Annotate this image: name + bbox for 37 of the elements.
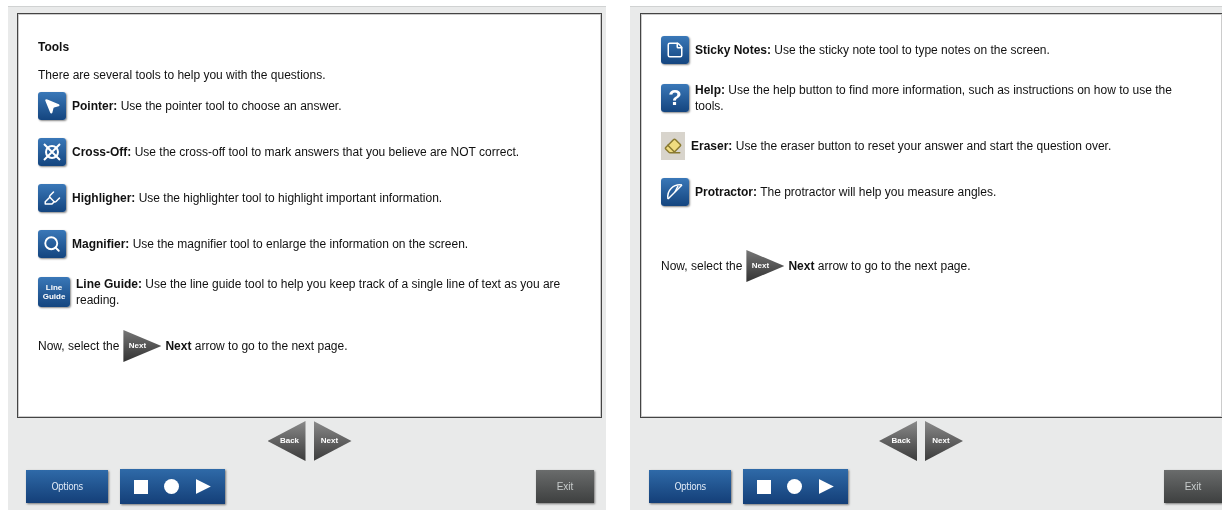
tool-description: Help: Use the help button to find more information, such as instructions on how to use the tools. <box>695 82 1173 114</box>
record-icon[interactable] <box>164 479 180 494</box>
tool-description: Highligher: Use the highlighter tool to highlight important information. <box>72 190 443 206</box>
next-button[interactable]: Next <box>313 421 352 461</box>
highlighter-icon <box>38 184 66 212</box>
tool-description: Protractor: The protractor will help you measure angles. <box>695 184 997 200</box>
instruction-text: Next arrow to go to the next page. <box>788 258 971 275</box>
line-guide-icon: Line Guide <box>38 277 70 307</box>
help-icon: ? <box>661 84 689 112</box>
play-icon[interactable] <box>195 479 211 494</box>
tool-description: Eraser: Use the eraser button to reset your answer and start the question over. <box>691 138 1112 154</box>
stop-icon[interactable] <box>134 479 149 494</box>
cross-off-icon <box>38 138 66 166</box>
stop-icon[interactable] <box>757 479 772 494</box>
record-icon[interactable] <box>787 479 803 494</box>
eraser-icon <box>661 132 685 160</box>
tool-description: Magnifier: Use the magnifier tool to enlarge the information on the screen. <box>72 236 469 252</box>
intro-text: There are several tools to help you with the questions. <box>38 67 327 84</box>
play-icon[interactable] <box>818 479 834 494</box>
instruction-text: Now, select the <box>661 258 743 275</box>
sticky-note-icon <box>661 36 689 64</box>
options-button[interactable]: Options <box>26 470 108 503</box>
section-title: Tools <box>38 39 71 56</box>
tool-description: Line Guide: Use the line guide tool to help you keep track of a single line of text as you are reading. <box>76 276 562 308</box>
back-button[interactable]: Back <box>267 421 306 461</box>
back-button[interactable]: Back <box>879 421 917 461</box>
tool-description: Cross-Off: Use the cross-off tool to mark answers that you believe are NOT correct. <box>72 144 520 160</box>
exit-button[interactable]: Exit <box>1164 470 1222 503</box>
next-button[interactable]: Next <box>925 421 963 461</box>
instruction-text: Now, select the <box>38 338 120 355</box>
exit-button[interactable]: Exit <box>536 470 594 503</box>
tool-description: Pointer: Use the pointer tool to choose an answer. <box>72 98 342 114</box>
magnifier-icon <box>38 230 66 258</box>
tool-description: Sticky Notes: Use the sticky note tool to type notes on the screen. <box>695 42 1050 58</box>
options-button[interactable]: Options <box>649 470 731 503</box>
instruction-text: Next arrow to go to the next page. <box>165 338 348 355</box>
pointer-icon <box>38 92 66 120</box>
